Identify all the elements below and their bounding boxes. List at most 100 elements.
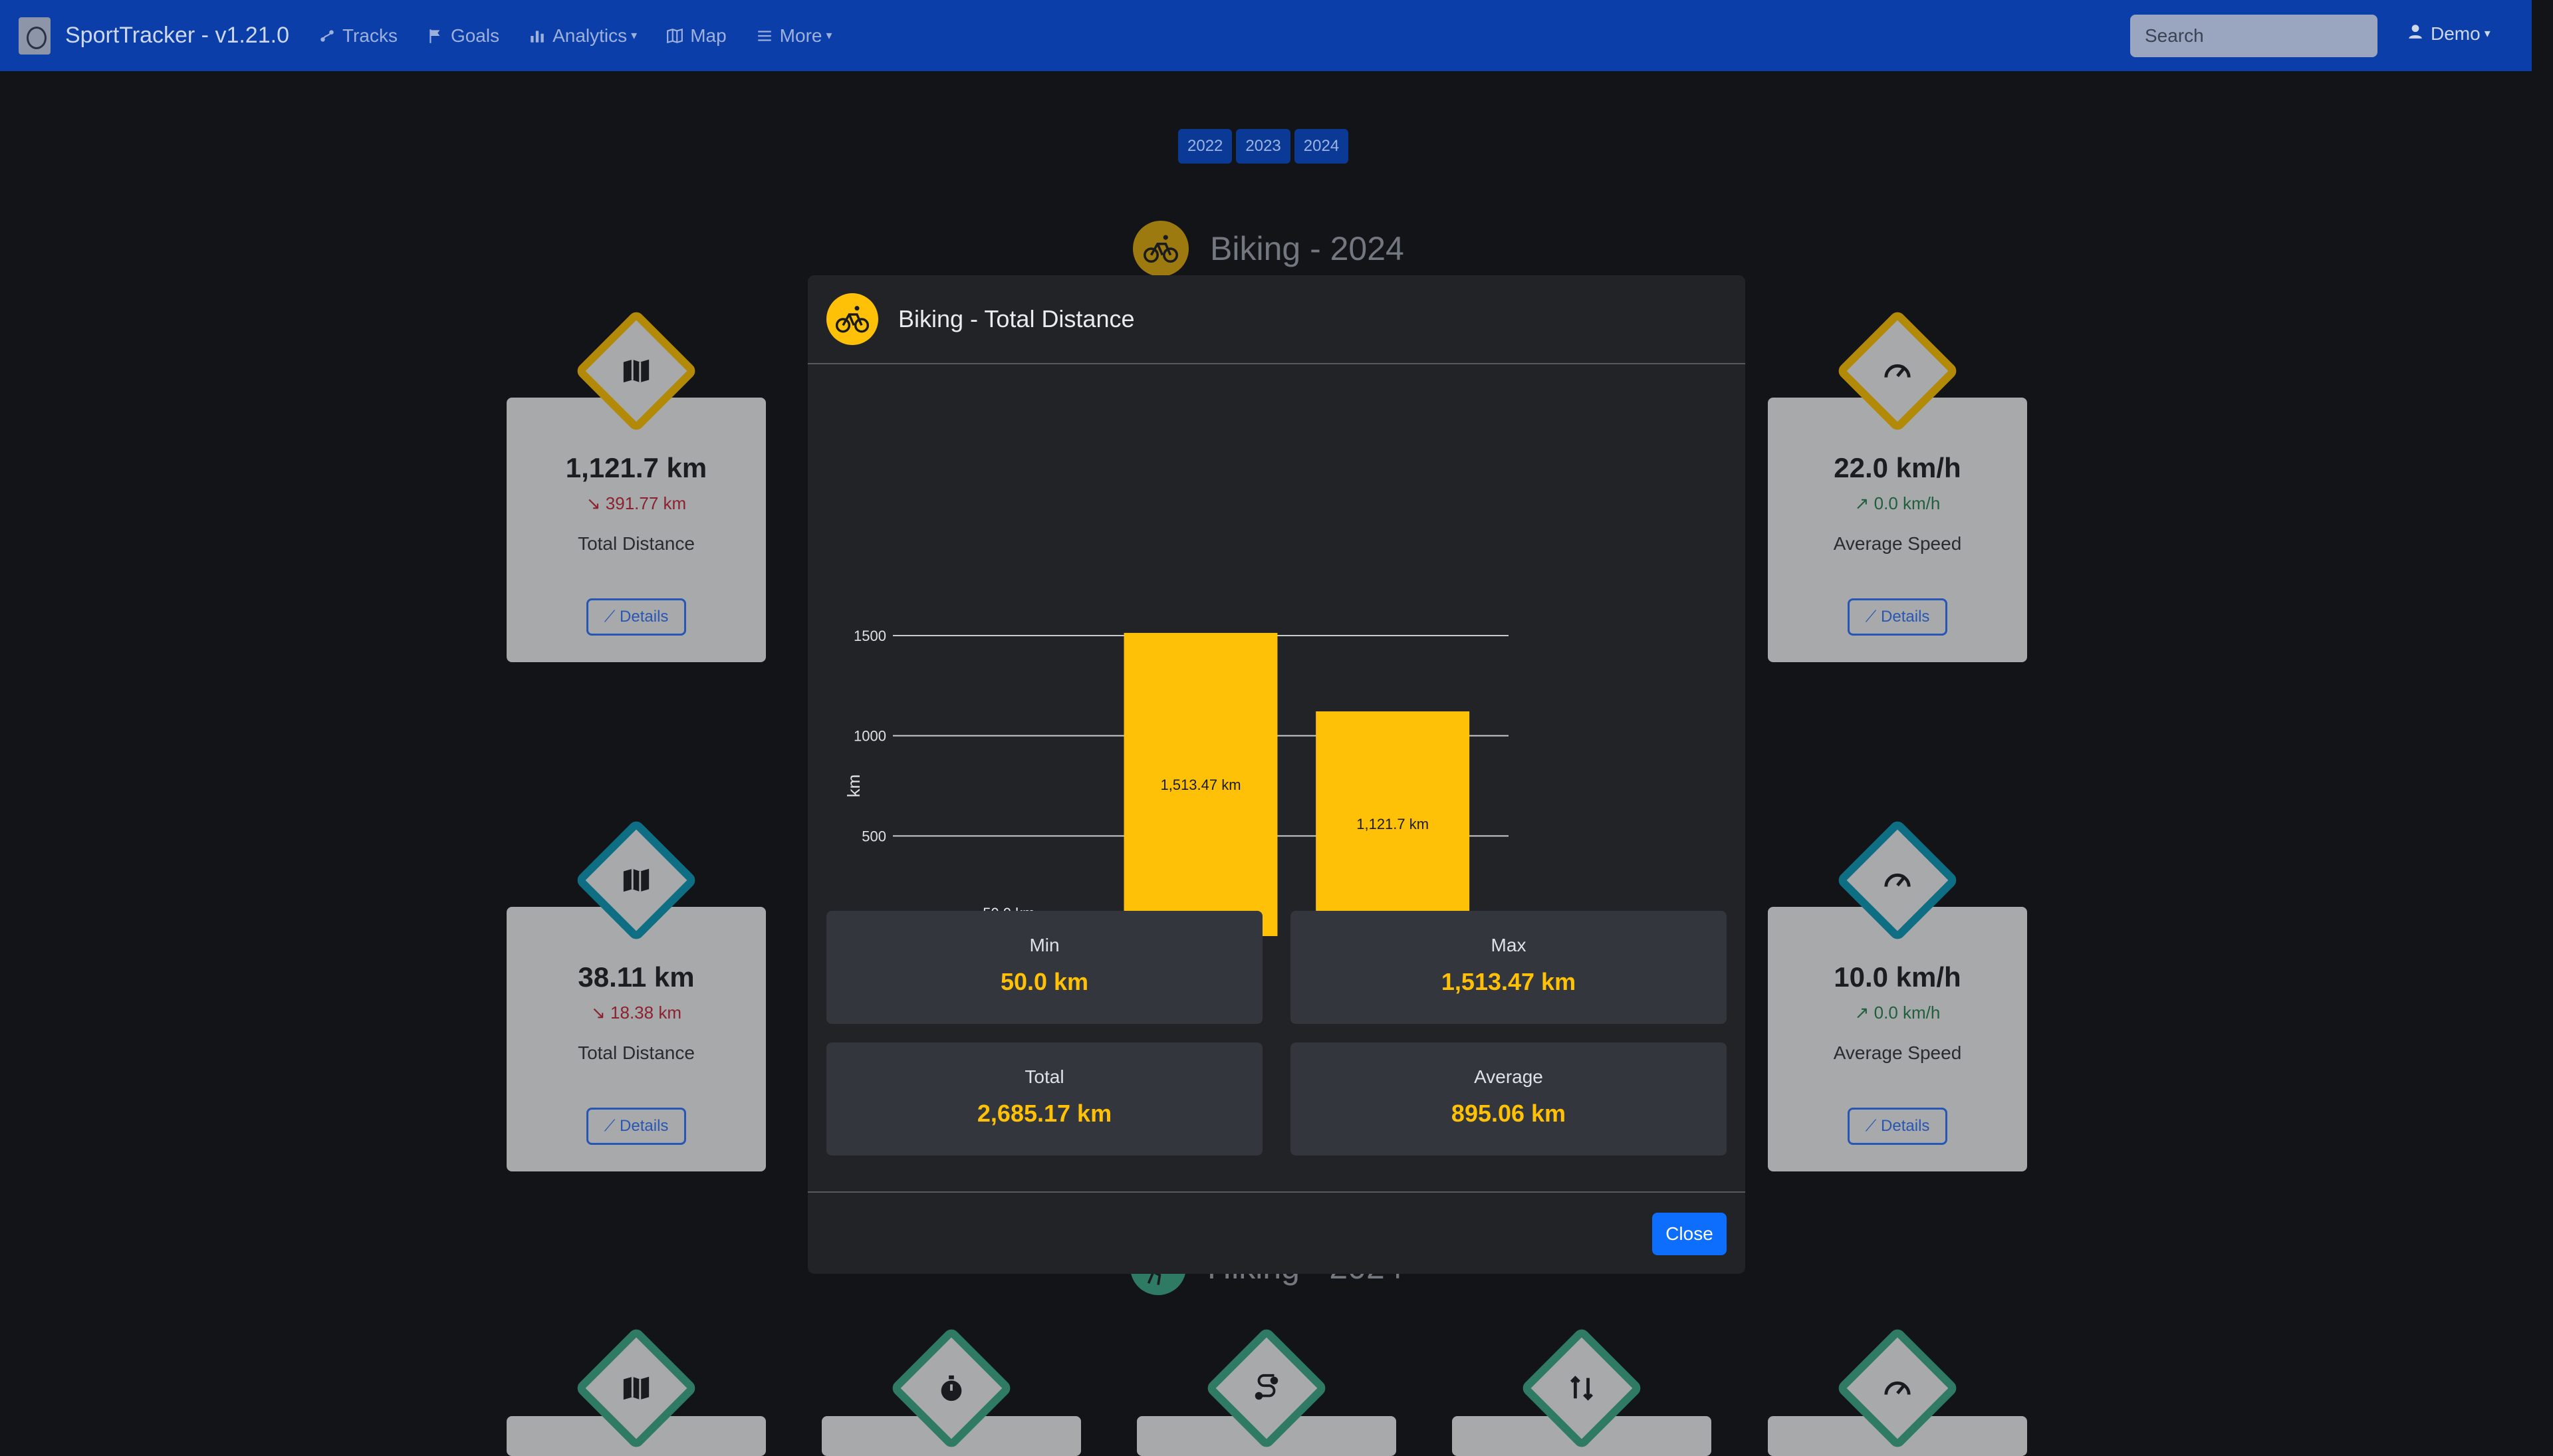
- data-label: 1,513.47 km: [1160, 777, 1241, 793]
- nav-label: Tracks: [342, 25, 398, 46]
- y-tick-label: 1500: [854, 628, 886, 644]
- card-value: 38.11 km: [578, 961, 695, 993]
- map-icon: [616, 1368, 656, 1408]
- card-delta-value: 391.77 km: [605, 493, 687, 513]
- card-value: 22.0 km/h: [1834, 452, 1961, 483]
- stat-card-average-speed: 22.0 km/h ↗ 0.0 km/h Average Speed ⟋ Det…: [1768, 308, 2027, 662]
- card-delta-value: 0.0 km/h: [1874, 1003, 1941, 1023]
- trend-up-icon: ↗: [1854, 1003, 1874, 1023]
- brand[interactable]: SportTracker - v1.21.0: [19, 17, 289, 55]
- trend-down-icon: ↘: [586, 493, 606, 513]
- nav-item-tracks[interactable]: Tracks: [318, 25, 398, 47]
- details-label: Details: [1881, 1117, 1930, 1135]
- details-button[interactable]: ⟋ Details: [586, 1108, 686, 1145]
- section-title-biking: Biking - 2024: [1133, 221, 1404, 277]
- nav-item-goals[interactable]: Goals: [427, 25, 499, 47]
- stat-total: Total 2,685.17 km: [826, 1042, 1263, 1155]
- speedometer-icon: [1878, 860, 1917, 900]
- chart-line-icon: ⟋: [604, 608, 620, 626]
- bike-icon: [826, 293, 878, 345]
- caret-down-icon: ▾: [826, 29, 832, 42]
- map-icon: [616, 860, 656, 900]
- stopwatch-icon: [931, 1368, 971, 1408]
- details-label: Details: [620, 1117, 669, 1135]
- nav-label: Goals: [450, 25, 500, 46]
- caret-down-icon: ▾: [2484, 27, 2491, 40]
- bar-chart-icon: [529, 27, 546, 45]
- details-button[interactable]: ⟋ Details: [1848, 1108, 1947, 1145]
- bike-icon: [1133, 221, 1189, 277]
- nav-item-map[interactable]: Map: [666, 25, 727, 47]
- data-label: 1,121.7 km: [1356, 816, 1429, 832]
- stat-average: Average 895.06 km: [1290, 1042, 1727, 1155]
- map-icon: [666, 27, 683, 45]
- modal-footer: Close: [808, 1191, 1745, 1274]
- stat-label: Min: [1029, 935, 1060, 955]
- stat-label: Max: [1491, 935, 1526, 955]
- search-input[interactable]: Search: [2130, 15, 2377, 57]
- details-label: Details: [1881, 608, 1930, 626]
- stat-card-total-distance: 38.11 km ↘ 18.38 km Total Distance ⟋ Det…: [507, 818, 766, 1171]
- bar-chart: 050010001500km50.0 km20221,513.47 km2023…: [844, 628, 1509, 954]
- map-icon: [616, 351, 656, 391]
- stat-min: Min 50.0 km: [826, 911, 1263, 1024]
- card-value: 1,121.7 km: [565, 452, 707, 483]
- card-value: 10.0 km/h: [1834, 961, 1961, 993]
- chart-line-icon: ⟋: [604, 1117, 620, 1135]
- nav-item-more[interactable]: More ▾: [756, 25, 832, 47]
- user-label: Demo: [2431, 23, 2481, 44]
- card-label: Average Speed: [1833, 533, 1962, 554]
- details-modal: Biking - Total Distance 050010001500km50…: [808, 275, 1745, 1274]
- nav-label: More: [779, 25, 822, 46]
- tracks-icon: [318, 27, 336, 45]
- card-delta: ↗ 0.0 km/h: [1768, 1003, 2027, 1023]
- card-delta-value: 18.38 km: [610, 1003, 681, 1023]
- stat-card-average-speed: 10.0 km/h ↗ 0.0 km/h Average Speed ⟋ Det…: [1768, 818, 2027, 1171]
- trend-down-icon: ↘: [591, 1003, 611, 1023]
- flag-icon: [427, 27, 444, 45]
- stat-max: Max 1,513.47 km: [1290, 911, 1727, 1024]
- details-label: Details: [620, 608, 669, 626]
- stat-value: 1,513.47 km: [1441, 968, 1576, 995]
- modal-title: Biking - Total Distance: [898, 305, 1135, 332]
- card-delta: ↗ 0.0 km/h: [1768, 493, 2027, 514]
- year-button-2024[interactable]: 2024: [1294, 129, 1349, 164]
- list-icon: [756, 27, 773, 45]
- section-title-text: Biking - 2024: [1210, 230, 1404, 267]
- year-button-2022[interactable]: 2022: [1178, 129, 1233, 164]
- modal-header: Biking - Total Distance: [808, 275, 1745, 364]
- nav-label: Map: [690, 25, 727, 46]
- nav-item-analytics[interactable]: Analytics ▾: [529, 25, 637, 47]
- stat-value: 895.06 km: [1451, 1100, 1566, 1127]
- stat-value: 2,685.17 km: [977, 1100, 1112, 1127]
- app-logo-icon: [19, 17, 51, 55]
- card-label: Average Speed: [1833, 1042, 1962, 1063]
- speedometer-icon: [1878, 1368, 1917, 1408]
- year-selector: 2022 2023 2024: [1178, 129, 1352, 164]
- stat-card-total-distance: 1,121.7 km ↘ 391.77 km Total Distance ⟋ …: [507, 308, 766, 662]
- card-delta: ↘ 18.38 km: [507, 1003, 766, 1023]
- caret-down-icon: ▾: [631, 29, 638, 42]
- stat-label: Average: [1474, 1066, 1543, 1087]
- y-tick-label: 500: [862, 828, 886, 844]
- card-label: Total Distance: [578, 533, 695, 554]
- distance-chart: 050010001500km50.0 km20221,513.47 km2023…: [834, 395, 1566, 980]
- stat-label: Total: [1025, 1066, 1064, 1087]
- speedometer-icon: [1878, 351, 1917, 391]
- top-navbar: SportTracker - v1.21.0 Tracks Goals Anal…: [0, 0, 2532, 71]
- y-tick-label: 1000: [854, 728, 886, 745]
- year-button-2023[interactable]: 2023: [1236, 129, 1290, 164]
- card-delta-value: 0.0 km/h: [1874, 493, 1941, 513]
- card-label: Total Distance: [578, 1042, 695, 1063]
- details-button[interactable]: ⟋ Details: [1848, 598, 1947, 636]
- elevation-icon: [1562, 1368, 1602, 1408]
- chart-line-icon: ⟋: [1865, 1117, 1882, 1135]
- user-menu[interactable]: Demo ▾: [2407, 23, 2491, 45]
- close-button[interactable]: Close: [1652, 1213, 1727, 1255]
- card-delta: ↘ 391.77 km: [507, 493, 766, 514]
- nav-label: Analytics: [552, 25, 628, 46]
- y-axis-label: km: [844, 775, 864, 798]
- route-icon: [1247, 1368, 1286, 1408]
- stat-value: 50.0 km: [1000, 968, 1089, 995]
- details-button[interactable]: ⟋ Details: [586, 598, 686, 636]
